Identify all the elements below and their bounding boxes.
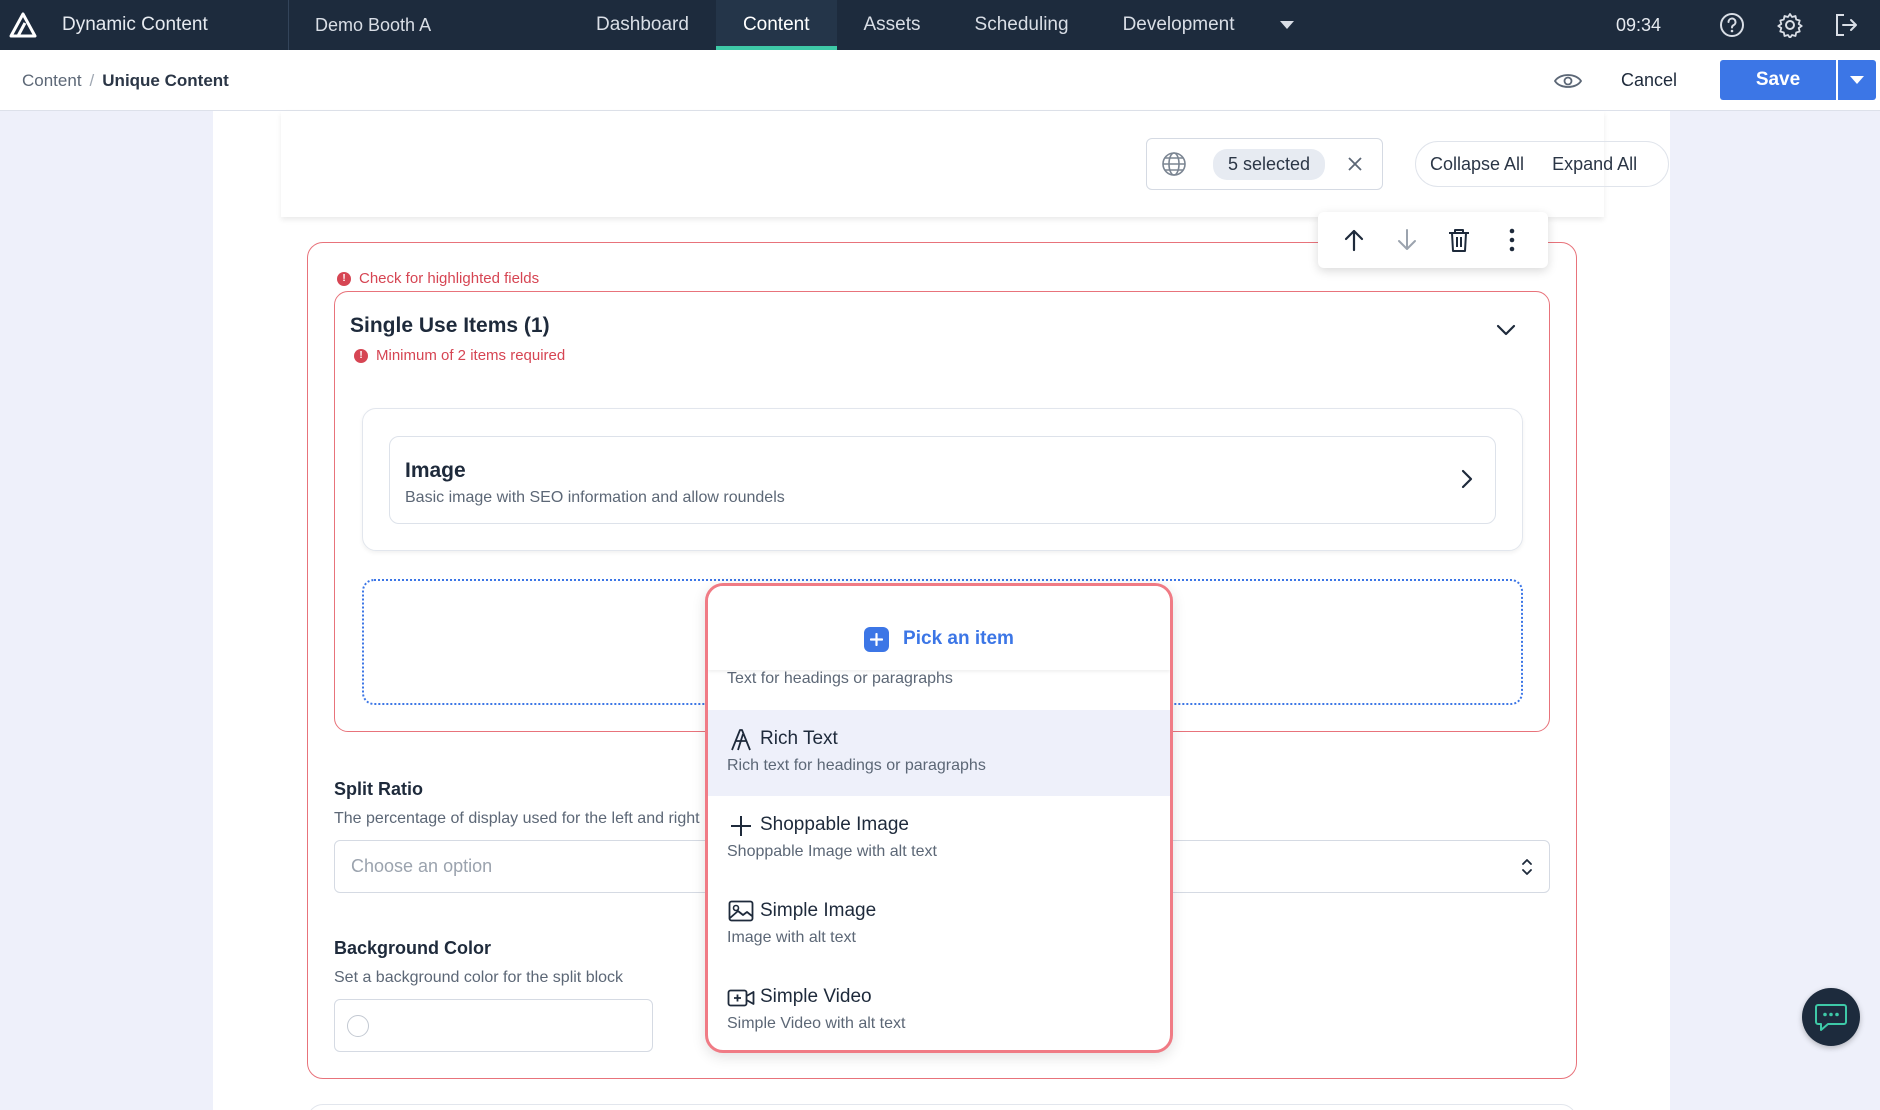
block-actions-toolbar: [1318, 212, 1548, 268]
move-up-arrow-icon[interactable]: [1334, 220, 1374, 260]
move-down-arrow-icon[interactable]: [1387, 220, 1427, 260]
locale-count-chip: 5 selected: [1213, 148, 1326, 180]
background-color-label: Background Color: [334, 938, 492, 958]
tab-scheduling[interactable]: Scheduling: [948, 0, 1096, 50]
image-item-card[interactable]: Image Basic image with SEO information a…: [389, 436, 1496, 524]
save-button[interactable]: Save: [1720, 60, 1836, 100]
option-name: Rich Text: [760, 728, 838, 749]
video-camera-icon: [727, 984, 755, 1012]
add-plus-icon: [864, 626, 890, 652]
clock: 09:34: [1616, 14, 1662, 35]
editor-toolbar-strip: 5 selected Collapse All Expand All: [281, 111, 1669, 217]
globe-icon: [1161, 151, 1195, 177]
expand-all-button[interactable]: Expand All: [1538, 154, 1651, 175]
top-navigation-bar: Dynamic Content Demo Booth A Dashboard C…: [0, 0, 1880, 50]
error-icon: !: [337, 271, 351, 286]
tab-content[interactable]: Content: [715, 0, 837, 50]
items-error-message: ! Minimum of 2 items required: [354, 347, 565, 364]
picker-options-list: Text for headings or paragraphs Rich Tex…: [708, 670, 1170, 1050]
locale-selector[interactable]: 5 selected: [1146, 138, 1383, 190]
block-error-text: Check for highlighted fields: [359, 270, 540, 287]
select-up-down-arrows-icon: [1521, 857, 1533, 882]
collapse-all-button[interactable]: Collapse All: [1416, 154, 1538, 175]
main-nav: Dashboard Content Assets Scheduling Deve…: [569, 0, 1312, 50]
background-color-input[interactable]: [334, 999, 653, 1052]
collapse-chevron-down-icon[interactable]: [1496, 323, 1516, 341]
color-swatch-icon[interactable]: [347, 1015, 369, 1037]
option-description: Rich text for headings or paragraphs: [727, 757, 986, 774]
settings-gear-icon[interactable]: [1770, 0, 1810, 50]
app-name: Dynamic Content: [62, 14, 208, 35]
save-options-dropdown-icon[interactable]: [1838, 60, 1876, 100]
breadcrumb-current: Unique Content: [102, 70, 229, 90]
block-error-message: ! Check for highlighted fields: [337, 270, 539, 287]
option-description: Shoppable Image with alt text: [727, 843, 937, 860]
breadcrumb: Content / Unique Content: [22, 50, 229, 111]
item-picker-popup: Pick an item Text for headings or paragr…: [705, 583, 1173, 1053]
tab-assets[interactable]: Assets: [837, 0, 948, 50]
image-item-title: Image: [405, 459, 466, 482]
rich-text-icon: [727, 726, 755, 754]
plus-icon: [727, 812, 755, 840]
delete-trash-icon[interactable]: [1439, 220, 1479, 260]
tab-development[interactable]: Development: [1096, 0, 1262, 50]
image-icon: [727, 898, 755, 926]
items-error-text: Minimum of 2 items required: [376, 347, 566, 364]
more-options-vertical-dots-icon[interactable]: [1492, 220, 1532, 260]
clear-locale-close-icon[interactable]: [1347, 156, 1363, 172]
chevron-right-icon[interactable]: [1461, 469, 1473, 494]
logout-icon[interactable]: [1826, 0, 1866, 50]
tab-dashboard[interactable]: Dashboard: [569, 0, 716, 50]
next-block-edge: [307, 1104, 1577, 1110]
split-ratio-label: Split Ratio: [334, 779, 423, 799]
picker-option-simple-image[interactable]: Simple Image Image with alt text: [708, 882, 1170, 968]
nav-more-dropdown-icon[interactable]: [1262, 0, 1312, 50]
picker-option-text[interactable]: Text for headings or paragraphs: [708, 670, 1170, 710]
cancel-button[interactable]: Cancel: [1604, 60, 1694, 100]
option-name: Simple Image: [760, 900, 877, 921]
app-logo-icon[interactable]: [0, 0, 46, 50]
single-use-items-title: Single Use Items (1): [350, 314, 550, 337]
option-description: Simple Video with alt text: [727, 1015, 906, 1032]
option-name: Shoppable Image: [760, 814, 909, 835]
breadcrumb-root[interactable]: Content: [22, 71, 82, 91]
picker-option-shoppable-image[interactable]: Shoppable Image Shoppable Image with alt…: [708, 796, 1170, 882]
split-ratio-help: The percentage of display used for the l…: [334, 810, 700, 827]
background-color-help: Set a background color for the split blo…: [334, 969, 624, 986]
error-icon: !: [354, 348, 368, 363]
pick-an-item-label: Pick an item: [903, 628, 1014, 649]
help-icon[interactable]: [1712, 0, 1752, 50]
hub-name[interactable]: Demo Booth A: [289, 15, 569, 36]
split-ratio-placeholder: Choose an option: [351, 856, 493, 876]
option-description: Image with alt text: [727, 929, 856, 946]
collapse-expand-controls: Collapse All Expand All: [1415, 141, 1669, 187]
content-subheader: Content / Unique Content Cancel Save: [0, 50, 1880, 111]
picker-option-simple-video[interactable]: Simple Video Simple Video with alt text: [708, 968, 1170, 1050]
breadcrumb-separator: /: [89, 70, 95, 90]
option-description: Text for headings or paragraphs: [727, 670, 953, 687]
preview-eye-icon[interactable]: [1550, 50, 1586, 111]
option-name: Simple Video: [760, 986, 872, 1007]
image-item-description: Basic image with SEO information and all…: [405, 489, 785, 506]
pick-an-item-button[interactable]: Pick an item: [708, 586, 1170, 670]
picker-option-rich-text[interactable]: Rich Text Rich text for headings or para…: [708, 710, 1170, 796]
chat-support-icon[interactable]: [1802, 988, 1860, 1046]
